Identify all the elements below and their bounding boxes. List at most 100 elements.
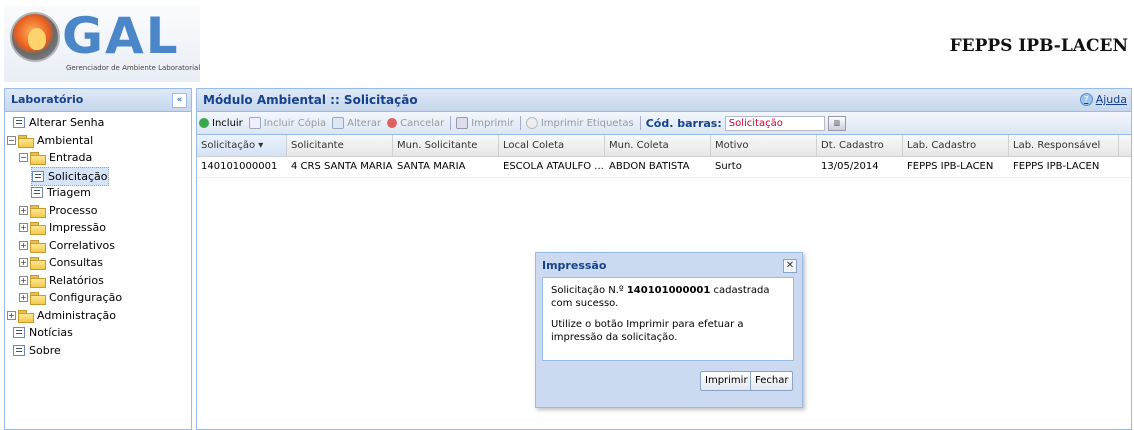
page-icon — [13, 327, 25, 338]
folder-icon — [30, 222, 46, 235]
collapse-icon[interactable]: − — [19, 153, 28, 162]
expand-icon[interactable]: + — [19, 205, 28, 215]
tree-item-label: Administração — [37, 308, 116, 322]
tree-item-label: Correlativos — [49, 238, 115, 252]
tree-item-label: Impressão — [49, 221, 106, 234]
navigation-panel-header: Laboratório « — [5, 89, 191, 112]
tree-item-label: Solicitação — [48, 169, 108, 183]
tree-item-label: Notícias — [29, 326, 73, 339]
column-header[interactable]: Mun. Coleta — [605, 135, 711, 156]
column-header[interactable]: Dt. Cadastro — [817, 135, 903, 156]
folder-icon — [30, 274, 46, 288]
tree-item[interactable]: + Correlativos — [19, 237, 115, 254]
tree-item-label: Consultas — [49, 256, 103, 269]
table-cell: 13/05/2014 — [821, 161, 879, 172]
barcode-label: Cód. barras: — [645, 116, 722, 130]
expand-icon[interactable]: + — [19, 275, 28, 285]
page-icon — [31, 187, 43, 198]
grid-header: Solicitação ▾ Solicitante Mun. Solicitante… — [197, 135, 1131, 157]
incluir-copia-button[interactable]: Incluir Cópia — [248, 117, 327, 129]
expand-icon[interactable]: + — [19, 258, 28, 267]
close-icon[interactable]: ✕ — [783, 259, 797, 273]
page-icon — [32, 170, 44, 182]
table-cell: FEPPS IPB-LACEN — [1013, 161, 1100, 172]
toolbar-separator — [519, 116, 521, 130]
tree-item-label: Entrada — [49, 151, 93, 164]
print-button[interactable]: Imprimir — [700, 371, 753, 391]
page-title: Módulo Ambiental :: Solicitação — [203, 93, 418, 107]
dialog-message-line1: Solicitação N.º 140101000001 cadastrada … — [551, 284, 785, 310]
tree-item[interactable]: + Impressão — [19, 219, 106, 236]
grid-body: 140101000001 4 CRS SANTA MARIA SANTA MARIA… — [197, 157, 1131, 178]
logo-subtitle: Gerenciador de Ambiente Laboratorial — [66, 64, 201, 72]
tree-item[interactable]: − Entrada — [19, 149, 92, 166]
request-number: 140101000001 — [626, 285, 711, 296]
tree-item[interactable]: Alterar Senha — [13, 114, 104, 131]
page-icon — [13, 344, 25, 356]
folder-icon — [30, 257, 46, 270]
tree-item[interactable]: − Ambiental — [7, 132, 93, 149]
tree-item-label: Triagem — [47, 186, 91, 199]
close-button[interactable]: Fechar — [750, 371, 794, 391]
logo-text: GAL — [62, 7, 180, 65]
imprimir-button[interactable]: Imprimir — [456, 117, 514, 129]
table-cell: Surto — [715, 161, 742, 172]
imprimir-etiquetas-button[interactable]: Imprimir Etiquetas — [525, 117, 634, 129]
cancelar-button[interactable]: Cancelar — [387, 118, 444, 129]
column-header[interactable]: Solicitação ▾ — [197, 135, 287, 156]
column-header[interactable]: Lab. Responsável — [1009, 135, 1119, 156]
navigation-panel: Laboratório « Alterar Senha − Ambiental − En… — [4, 88, 192, 430]
folder-icon — [18, 134, 34, 148]
tree-item[interactable]: + Configuração — [19, 289, 122, 306]
expand-icon[interactable]: + — [19, 240, 28, 250]
barcode-scan-icon[interactable]: ▥ — [827, 115, 846, 131]
toolbar-separator — [450, 116, 452, 130]
incluir-copia-label: Incluir Cópia — [263, 117, 327, 129]
table-cell: FEPPS IPB-LACEN — [907, 161, 994, 172]
column-header[interactable]: Lab. Cadastro — [903, 135, 1009, 156]
alterar-label: Alterar — [347, 117, 382, 129]
tree-item[interactable]: + Administração — [7, 307, 116, 324]
tree-item[interactable]: + Consultas — [19, 254, 103, 271]
help-icon: ? — [1079, 93, 1093, 106]
tree-item[interactable]: Triagem — [31, 184, 91, 201]
folder-icon — [30, 204, 46, 218]
tree-item[interactable]: + Relatórios — [19, 272, 104, 289]
lab-brand: FEPPS IPB-LACEN — [949, 36, 1128, 56]
tree-item-label: Sobre — [29, 343, 61, 357]
table-cell: SANTA MARIA — [397, 161, 466, 172]
table-cell: ABDON BATISTA — [609, 161, 690, 172]
expand-icon[interactable]: + — [19, 223, 28, 232]
table-cell: 4 CRS SANTA MARIA — [291, 161, 393, 172]
imprimir-label: Imprimir — [471, 117, 514, 129]
tree-item[interactable]: Notícias — [13, 324, 73, 341]
folder-icon — [30, 239, 46, 253]
expand-icon[interactable]: + — [19, 293, 28, 302]
toolbar: Incluir Incluir Cópia Alterar Cancelar I… — [197, 112, 1131, 135]
add-icon — [199, 118, 209, 128]
msg-prefix: Solicitação N.º — [551, 285, 627, 296]
incluir-button[interactable]: Incluir — [199, 118, 243, 129]
column-header[interactable]: Mun. Solicitante — [393, 135, 499, 156]
column-header[interactable]: Local Coleta — [499, 135, 605, 156]
tree-item[interactable]: Solicitação — [31, 166, 109, 186]
tree-item[interactable]: + Processo — [19, 202, 97, 219]
copy-icon — [248, 117, 261, 129]
table-row[interactable]: 140101000001 4 CRS SANTA MARIA SANTA MARIA… — [197, 157, 1131, 178]
expand-icon[interactable]: + — [7, 310, 16, 320]
alterar-button[interactable]: Alterar — [332, 117, 381, 129]
collapse-icon[interactable]: − — [7, 135, 16, 145]
print-dialog: Impressão ✕ Solicitação N.º 140101000001… — [535, 252, 803, 408]
app-header: GAL Gerenciador de Ambiente Laboratorial… — [0, 0, 1134, 86]
tree-item-label: Processo — [49, 203, 98, 217]
barcode-input[interactable] — [724, 115, 825, 131]
help-link[interactable]: ? Ajuda — [1079, 93, 1127, 106]
column-header[interactable]: Solicitante — [287, 135, 393, 156]
incluir-label: Incluir — [212, 117, 243, 129]
column-header[interactable]: Motivo — [711, 135, 817, 156]
tree-item-label: Alterar Senha — [29, 116, 105, 129]
collapse-panel-button[interactable]: « — [172, 93, 187, 108]
page-icon — [13, 117, 25, 128]
tree-item-label: Relatórios — [49, 273, 104, 287]
tree-item[interactable]: Sobre — [13, 342, 61, 359]
